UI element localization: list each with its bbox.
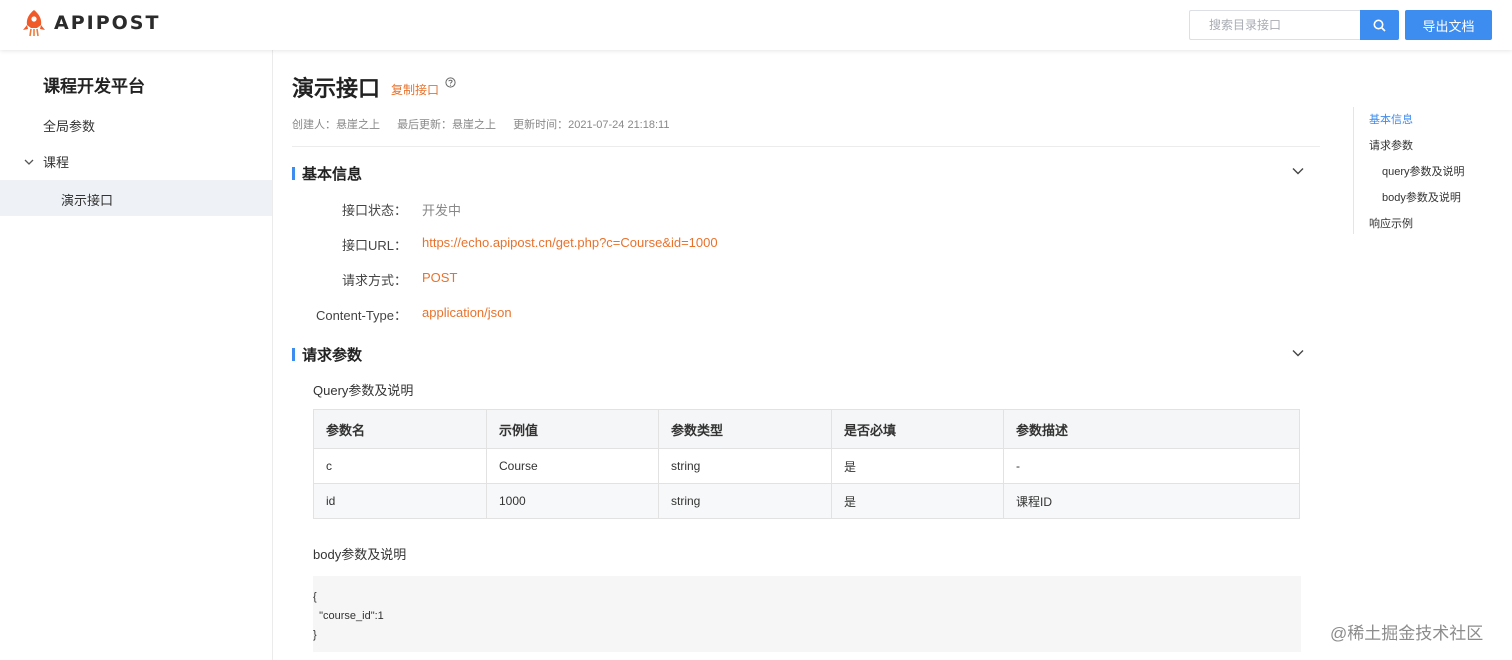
table-cell: c <box>313 448 487 484</box>
sidebar-item-label: 演示接口 <box>61 193 114 208</box>
url-value: https://echo.apipost.cn/get.php?c=Course… <box>422 235 718 250</box>
section-request-params-heading: 请求参数 <box>292 344 362 365</box>
section-basic-info-heading: 基本信息 <box>292 163 362 184</box>
api-meta: 创建人：悬崖之上 最后更新：悬崖之上 更新时间：2021-07-24 21:18… <box>292 116 683 132</box>
content-type-value: application/json <box>422 305 512 320</box>
toc-nav: 基本信息 请求参数 query参数及说明 body参数及说明 响应示例 <box>1353 107 1493 234</box>
method-value: POST <box>422 270 458 285</box>
toc-item-body-params[interactable]: body参数及说明 <box>1382 189 1461 205</box>
top-header: APIPOST 导出文档 <box>0 0 1512 50</box>
sidebar-folder-label: 课程 <box>43 155 70 170</box>
project-title: 课程开发平台 <box>43 77 145 96</box>
toc-item-request-params[interactable]: 请求参数 <box>1369 137 1413 153</box>
help-icon[interactable] <box>445 77 456 88</box>
table-cell: id <box>313 483 487 519</box>
column-header: 参数描述 <box>1003 409 1300 449</box>
table-cell: string <box>658 483 832 519</box>
table-cell: 是 <box>831 483 1004 519</box>
toc-item-response-example[interactable]: 响应示例 <box>1369 215 1413 231</box>
table-cell: string <box>658 448 832 484</box>
creator-text: 创建人：悬崖之上 <box>292 119 380 131</box>
sidebar-folder-course[interactable]: 课程 <box>24 152 69 171</box>
chevron-down-icon <box>24 159 34 165</box>
table-cell: 是 <box>831 448 1004 484</box>
status-value: 开发中 <box>422 203 462 218</box>
table-cell: Course <box>486 448 659 484</box>
table-cell: - <box>1003 448 1300 484</box>
section-title: 基本信息 <box>302 166 363 183</box>
search-input[interactable] <box>1189 10 1361 40</box>
info-label: 接口状态： <box>341 203 407 218</box>
table-row: id 1000 string 是 课程ID <box>313 483 1300 519</box>
code-line: { <box>313 591 317 603</box>
page-title: 演示接口 <box>292 76 381 101</box>
section-title: 请求参数 <box>302 347 363 364</box>
sidebar-item-global-params[interactable]: 全局参数 <box>43 116 95 135</box>
code-line: "course_id":1 <box>313 610 384 622</box>
table-header-row: 参数名 示例值 参数类型 是否必填 参数描述 <box>313 409 1300 449</box>
table-row: c Course string 是 - <box>313 448 1300 484</box>
chevron-down-icon[interactable] <box>1292 167 1304 175</box>
chevron-down-icon[interactable] <box>1292 349 1304 357</box>
column-header: 示例值 <box>486 409 659 449</box>
section-marker <box>292 167 295 180</box>
search-button[interactable] <box>1360 10 1399 40</box>
column-header: 是否必填 <box>831 409 1004 449</box>
info-label: 接口URL： <box>341 238 407 253</box>
watermark: @稀土掘金技术社区 <box>1330 624 1484 643</box>
query-params-title: Query参数及说明 <box>313 383 414 398</box>
table-cell: 1000 <box>486 483 659 519</box>
toc-item-basic-info[interactable]: 基本信息 <box>1369 111 1413 127</box>
table-cell: 课程ID <box>1003 483 1300 519</box>
logo-text: APIPOST <box>54 12 161 34</box>
section-marker <box>292 348 295 361</box>
query-params-table: 参数名 示例值 参数类型 是否必填 参数描述 c Course string 是… <box>313 409 1300 519</box>
rocket-icon <box>23 10 45 37</box>
info-label: Content-Type： <box>315 308 407 323</box>
divider <box>292 146 1320 147</box>
search-icon <box>1373 19 1386 32</box>
copy-api-link[interactable]: 复制接口 <box>391 81 439 98</box>
toc-item-query-params[interactable]: query参数及说明 <box>1382 163 1465 179</box>
body-code-block: { "course_id":1 } <box>313 576 1301 652</box>
body-params-title: body参数及说明 <box>313 547 407 562</box>
column-header: 参数名 <box>313 409 487 449</box>
apipost-logo[interactable]: APIPOST <box>22 9 160 37</box>
updated-time-text: 更新时间：2021-07-24 21:18:11 <box>513 119 670 131</box>
main-content: 演示接口 复制接口 创建人：悬崖之上 最后更新：悬崖之上 更新时间：2021-0… <box>273 50 1333 660</box>
export-docs-button[interactable]: 导出文档 <box>1405 10 1492 40</box>
sidebar: 课程开发平台 全局参数 课程 演示接口 <box>0 50 273 660</box>
sidebar-item-demo-api[interactable]: 演示接口 <box>0 180 272 216</box>
code-line: } <box>313 629 317 641</box>
column-header: 参数类型 <box>658 409 832 449</box>
last-updated-text: 最后更新：悬崖之上 <box>397 119 497 131</box>
info-label: 请求方式： <box>341 273 407 288</box>
